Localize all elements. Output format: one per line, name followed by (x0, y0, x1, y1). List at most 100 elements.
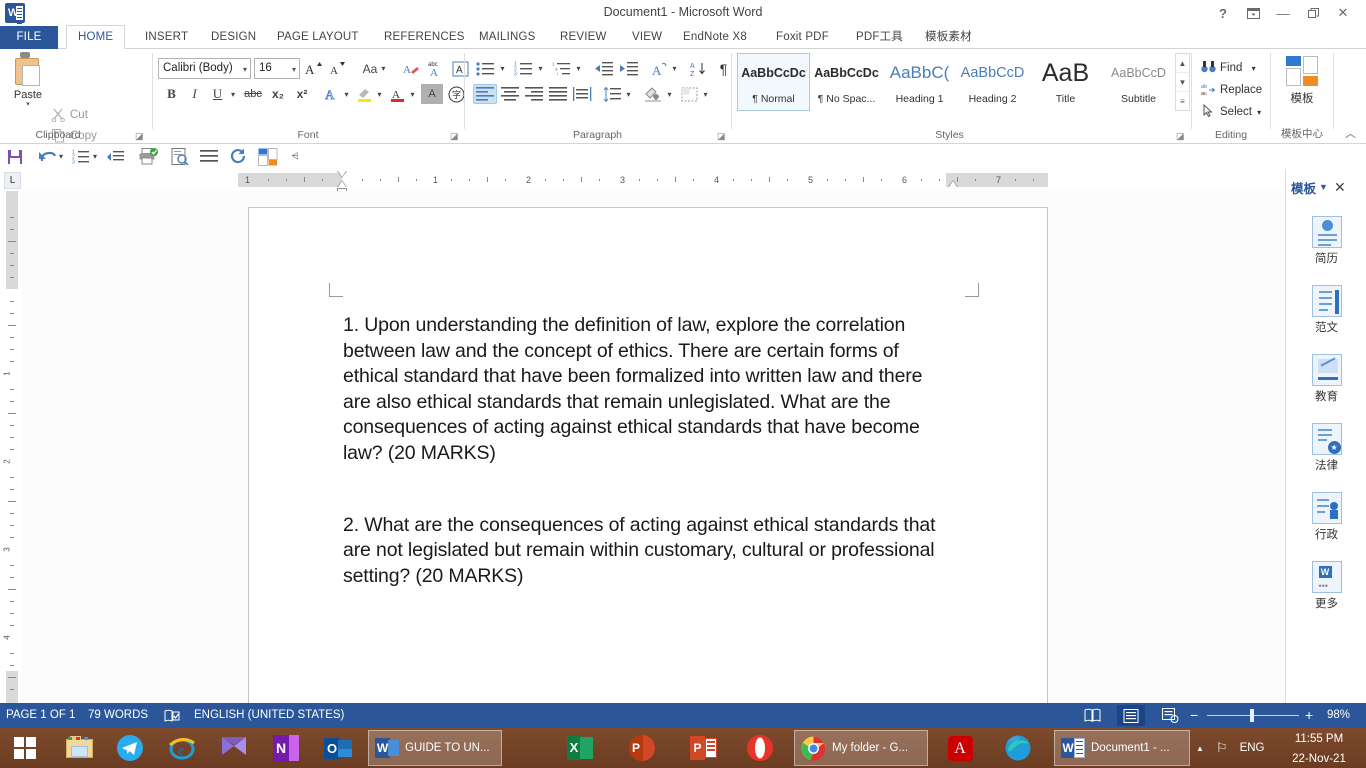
template-item-resume[interactable]: 简历 (1286, 216, 1366, 285)
close-button[interactable]: ✕ (1328, 2, 1358, 24)
asian-layout-dropdown[interactable]: ▾ (669, 58, 680, 79)
taskbar-wps-presentation[interactable]: P (682, 730, 726, 766)
zoom-slider-thumb[interactable] (1250, 709, 1254, 722)
strikethrough-button[interactable]: abc (241, 84, 265, 104)
language-indicator[interactable]: ENG (1240, 742, 1265, 754)
print-preview-button[interactable] (168, 147, 192, 166)
styles-dialog-launcher[interactable]: ◪ (1176, 132, 1185, 141)
style-subtitle[interactable]: AaBbCcD Subtitle (1102, 53, 1175, 111)
undo-dropdown[interactable]: ▾ (56, 147, 66, 166)
taskbar-powerpoint[interactable]: P (620, 730, 664, 766)
font-name-combo[interactable]: Calibri (Body) ▾ (158, 58, 251, 79)
taskbar-telegram[interactable] (108, 730, 152, 766)
template-task-pane[interactable]: 模板 ▼ ✕ 简历 范文 教育 (1285, 169, 1366, 703)
text-effects-button[interactable]: A (321, 84, 342, 104)
subscript-button[interactable]: x₂ (267, 84, 289, 104)
tab-pdf-tools[interactable]: PDF工具 (845, 26, 914, 49)
asian-layout-button[interactable]: A (647, 58, 670, 79)
help-icon[interactable]: ? (1208, 2, 1238, 24)
change-case-button[interactable]: Aa ▾ (356, 58, 392, 79)
zoom-level[interactable]: 98% (1327, 703, 1350, 728)
document-body[interactable]: 1. Upon understanding the definition of … (343, 313, 953, 589)
style-heading-1[interactable]: AaBbC( Heading 1 (883, 53, 956, 111)
highlight-color-button[interactable] (354, 84, 375, 104)
style-heading-2[interactable]: AaBbCcD Heading 2 (956, 53, 1029, 111)
tab-view[interactable]: VIEW (621, 26, 673, 49)
distribute-button[interactable] (570, 84, 594, 104)
underline-button[interactable]: U (207, 84, 228, 104)
taskbar-edge[interactable] (996, 730, 1040, 766)
chevron-down-icon[interactable]: ▾ (1252, 64, 1256, 73)
numbering-button[interactable]: 123 (70, 147, 92, 166)
find-button[interactable]: Find ▾ (1200, 58, 1256, 78)
chevron-down-icon[interactable]: ▾ (8, 101, 48, 109)
tab-insert[interactable]: INSERT (134, 26, 199, 49)
tab-review[interactable]: REVIEW (549, 26, 618, 49)
clear-formatting-button[interactable]: A (401, 58, 423, 79)
web-layout-button[interactable] (1156, 705, 1184, 726)
tab-design[interactable]: DESIGN (200, 26, 267, 49)
customize-quick-access-toolbar-button[interactable]: ⩤ (286, 147, 304, 166)
ribbon-display-options-icon[interactable] (1238, 2, 1268, 24)
numbering-dropdown[interactable]: ▾ (90, 147, 100, 166)
template-item-more[interactable]: W ••• 更多 (1286, 561, 1366, 630)
align-center-button[interactable] (498, 84, 522, 104)
tab-foxit-pdf[interactable]: Foxit PDF (765, 26, 840, 49)
bold-button[interactable]: B (161, 84, 182, 104)
multilevel-dropdown[interactable]: ▾ (573, 58, 584, 79)
decrease-indent-button[interactable] (592, 58, 616, 79)
font-color-dropdown[interactable]: ▾ (407, 84, 418, 104)
taskbar-word-guide[interactable]: W GUIDE TO UN... (368, 730, 502, 766)
chevron-down-icon[interactable]: ▾ (1257, 108, 1261, 117)
template-item-legal[interactable]: ★ 法律 (1286, 423, 1366, 492)
template-item-essay[interactable]: 范文 (1286, 285, 1366, 354)
numbering-button[interactable]: 123 (511, 58, 535, 79)
print-layout-button[interactable] (1117, 705, 1145, 726)
template-button[interactable] (256, 147, 280, 166)
template-item-education[interactable]: 教育 (1286, 354, 1366, 423)
tab-template-material[interactable]: 模板素材 (914, 26, 983, 49)
font-color-button[interactable]: A (387, 84, 408, 104)
cut-button[interactable]: Cut (50, 105, 88, 125)
language-indicator[interactable]: ENGLISH (UNITED STATES) (194, 703, 344, 728)
align-right-button[interactable] (522, 84, 546, 104)
taskbar-chrome-my-folder[interactable]: My folder - G... (794, 730, 928, 766)
taskbar-outlook[interactable]: O (316, 730, 360, 766)
taskbar-file-explorer[interactable] (58, 730, 102, 766)
shading-button[interactable] (642, 84, 664, 104)
tab-home[interactable]: HOME (66, 25, 125, 49)
clock[interactable]: 11:55 PM 22-Nov-21 (1276, 728, 1362, 768)
zoom-out-button[interactable]: − (1190, 703, 1198, 728)
text-effects-dropdown[interactable]: ▾ (341, 84, 352, 104)
show-hidden-icons-button[interactable]: ▲ (1196, 744, 1204, 753)
increase-indent-button[interactable] (617, 58, 641, 79)
tab-stop-selector[interactable]: L (4, 172, 21, 189)
horizontal-ruler[interactable]: L 1 1 2 3 4 5 6 7 (0, 169, 1366, 191)
numbering-dropdown[interactable]: ▾ (535, 58, 546, 79)
proofing-errors-icon[interactable] (160, 705, 184, 726)
read-mode-button[interactable] (1078, 705, 1106, 726)
sort-button[interactable]: AZ (687, 58, 710, 79)
style-no-spacing[interactable]: AaBbCcDc ¶ No Spac... (810, 53, 883, 111)
document-page[interactable]: 1. Upon understanding the definition of … (248, 207, 1048, 707)
phonetic-guide-button[interactable]: abcA (425, 58, 447, 79)
template-item-admin[interactable]: 行政 (1286, 492, 1366, 561)
tab-file[interactable]: FILE (0, 26, 58, 49)
style-normal[interactable]: AaBbCcDc ¶ Normal (737, 53, 810, 111)
paste-button[interactable]: Paste ▾ (8, 53, 48, 119)
quick-print-button[interactable] (136, 147, 160, 166)
document-area[interactable]: 1. Upon understanding the definition of … (22, 191, 1285, 703)
align-left-button[interactable] (473, 84, 497, 104)
clipboard-dialog-launcher[interactable]: ◪ (135, 132, 144, 141)
zoom-in-button[interactable]: + (1305, 703, 1313, 728)
font-dialog-launcher[interactable]: ◪ (450, 132, 459, 141)
character-shading-button[interactable]: A (421, 84, 443, 104)
page-indicator[interactable]: PAGE 1 OF 1 (6, 703, 75, 728)
styles-scroll-down[interactable]: ▼ (1176, 73, 1189, 92)
justify-button[interactable] (546, 84, 570, 104)
action-center-flag-icon[interactable]: ⚐ (1216, 740, 1228, 756)
taskbar-excel[interactable]: X (558, 730, 602, 766)
styles-scroll-up[interactable]: ▲ (1176, 54, 1189, 73)
collapse-ribbon-button[interactable]: ︿ (1345, 125, 1356, 141)
styles-more-button[interactable]: ≡ (1176, 92, 1189, 111)
